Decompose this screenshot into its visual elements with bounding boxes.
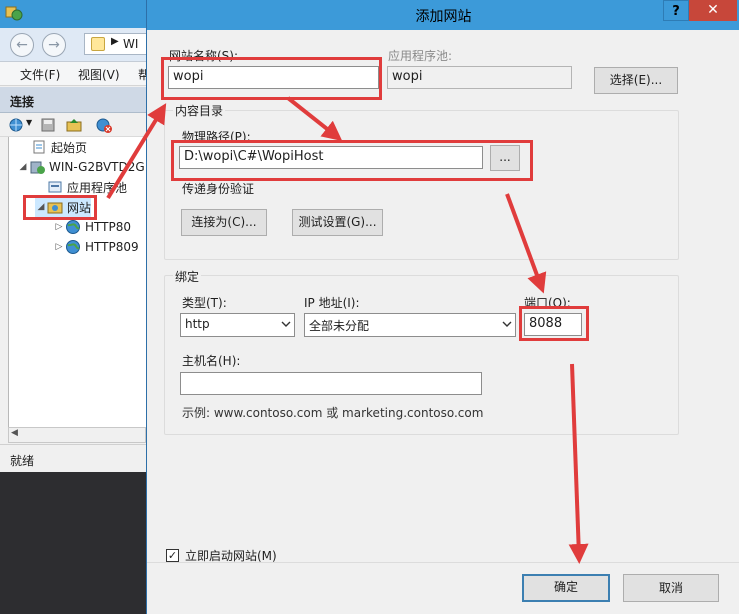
dialog-title: 添加网站 [415,9,472,25]
save-icon[interactable] [40,117,56,133]
start-page-icon [33,140,45,154]
annotation-box-site-name [161,57,382,100]
up-folder-icon[interactable] [66,117,82,133]
cancel-button[interactable]: 取消 [623,574,719,602]
tree-item-label: WIN-G2BVTD2G [49,160,145,174]
globe-icon [66,240,80,254]
status-bar: 就绪 [0,444,146,472]
status-text: 就绪 [10,454,35,468]
autostart-label: 立即启动网站(M) [185,548,277,563]
address-bar[interactable]: ▶ WI [84,33,146,55]
host-name-example: 示例: www.contoso.com 或 marketing.contoso.… [182,406,484,420]
close-button[interactable]: ✕ [689,0,737,21]
select-app-pool-button[interactable]: 选择(E)... [594,67,678,94]
tree-item-label: HTTP809 [85,240,139,254]
address-text: WI [123,37,139,51]
breadcrumb-arrow-icon: ▶ [111,36,119,47]
binding-title: 绑定 [173,268,202,285]
scroll-left-icon[interactable]: ◀ [11,428,18,438]
pass-through-auth-label: 传递身份验证 [182,182,255,196]
connections-title: 连接 [10,95,35,109]
expand-icon[interactable]: ▷ [53,242,65,252]
dropdown-caret-icon[interactable]: ▼ [26,118,32,127]
app-pool-field: wopi [387,66,572,89]
ip-address-label: IP 地址(I): [304,296,360,310]
host-name-input[interactable] [180,372,482,395]
forward-button[interactable]: → [42,33,66,57]
menu-file[interactable]: 文件(F) [20,66,60,83]
iis-titlebar [0,0,146,28]
app-pool-label: 应用程序池: [388,49,453,63]
back-button[interactable]: ← [10,33,34,57]
disconnect-icon[interactable] [96,117,112,133]
connect-globe-icon[interactable] [8,117,24,133]
tree-item-server[interactable]: ◢ WIN-G2BVTD2G [17,157,145,177]
tree-item-site-http809[interactable]: ▷ HTTP809 [53,237,139,257]
help-button[interactable]: ? [663,0,689,21]
iis-manager-window: ← → ▶ WI 文件(F) 视图(V) 帮 连接 ▼ 起始页 ◢ WIN-G2… [0,0,146,614]
chevron-down-icon [502,321,512,327]
dialog-titlebar: 添加网站 ? ✕ [147,0,739,30]
type-select[interactable]: http [180,313,295,337]
connections-tree: 起始页 ◢ WIN-G2BVTD2G 应用程序池 ◢ 网站 ▷ HTTP80 ▷… [8,137,146,427]
test-settings-button[interactable]: 测试设置(G)... [292,209,383,236]
type-value: http [185,317,210,331]
tree-item-label: 应用程序池 [67,180,128,195]
back-arrow-icon: ← [16,37,28,53]
ok-button[interactable]: 确定 [522,574,610,602]
checkmark-icon[interactable]: ✓ [166,548,179,562]
connections-header: 连接 [0,87,146,113]
annotation-box-physical-path [171,140,533,181]
app-pool-icon [48,181,62,193]
chevron-down-icon [281,321,291,327]
expand-icon[interactable]: ▷ [53,222,65,232]
tree-item-label: HTTP80 [85,220,131,234]
tree-item-start-page[interactable]: 起始页 [19,137,87,157]
tree-item-app-pools[interactable]: 应用程序池 [35,177,127,197]
tree-horizontal-scrollbar[interactable]: ◀ [8,427,146,443]
autostart-checkbox-row[interactable]: ✓ 立即启动网站(M) [166,547,277,563]
content-directory-title: 内容目录 [173,102,226,119]
connections-toolbar: ▼ [0,113,146,137]
footer-divider [147,562,739,563]
tree-item-label: 起始页 [51,140,88,155]
connect-as-button[interactable]: 连接为(C)... [181,209,267,236]
type-label: 类型(T): [182,296,227,310]
menu-help[interactable]: 帮 [138,66,146,83]
annotation-box-sites [23,195,97,220]
iis-menu-bar: 文件(F) 视图(V) 帮 [0,62,146,86]
server-icon [91,37,105,51]
tree-item-site-http80[interactable]: ▷ HTTP80 [53,217,131,237]
desktop-background [0,472,146,614]
server-icon [30,161,45,174]
forward-arrow-icon: → [48,37,60,53]
iis-navigation-bar: ← → ▶ WI [0,28,146,62]
annotation-box-port [519,306,589,341]
iis-app-icon [5,6,23,21]
globe-icon [66,220,80,234]
menu-view[interactable]: 视图(V) [78,66,120,83]
ip-address-select[interactable]: 全部未分配 [304,313,516,337]
ip-address-value: 全部未分配 [309,319,370,333]
host-name-label: 主机名(H): [182,354,241,368]
collapse-icon[interactable]: ◢ [17,162,29,172]
